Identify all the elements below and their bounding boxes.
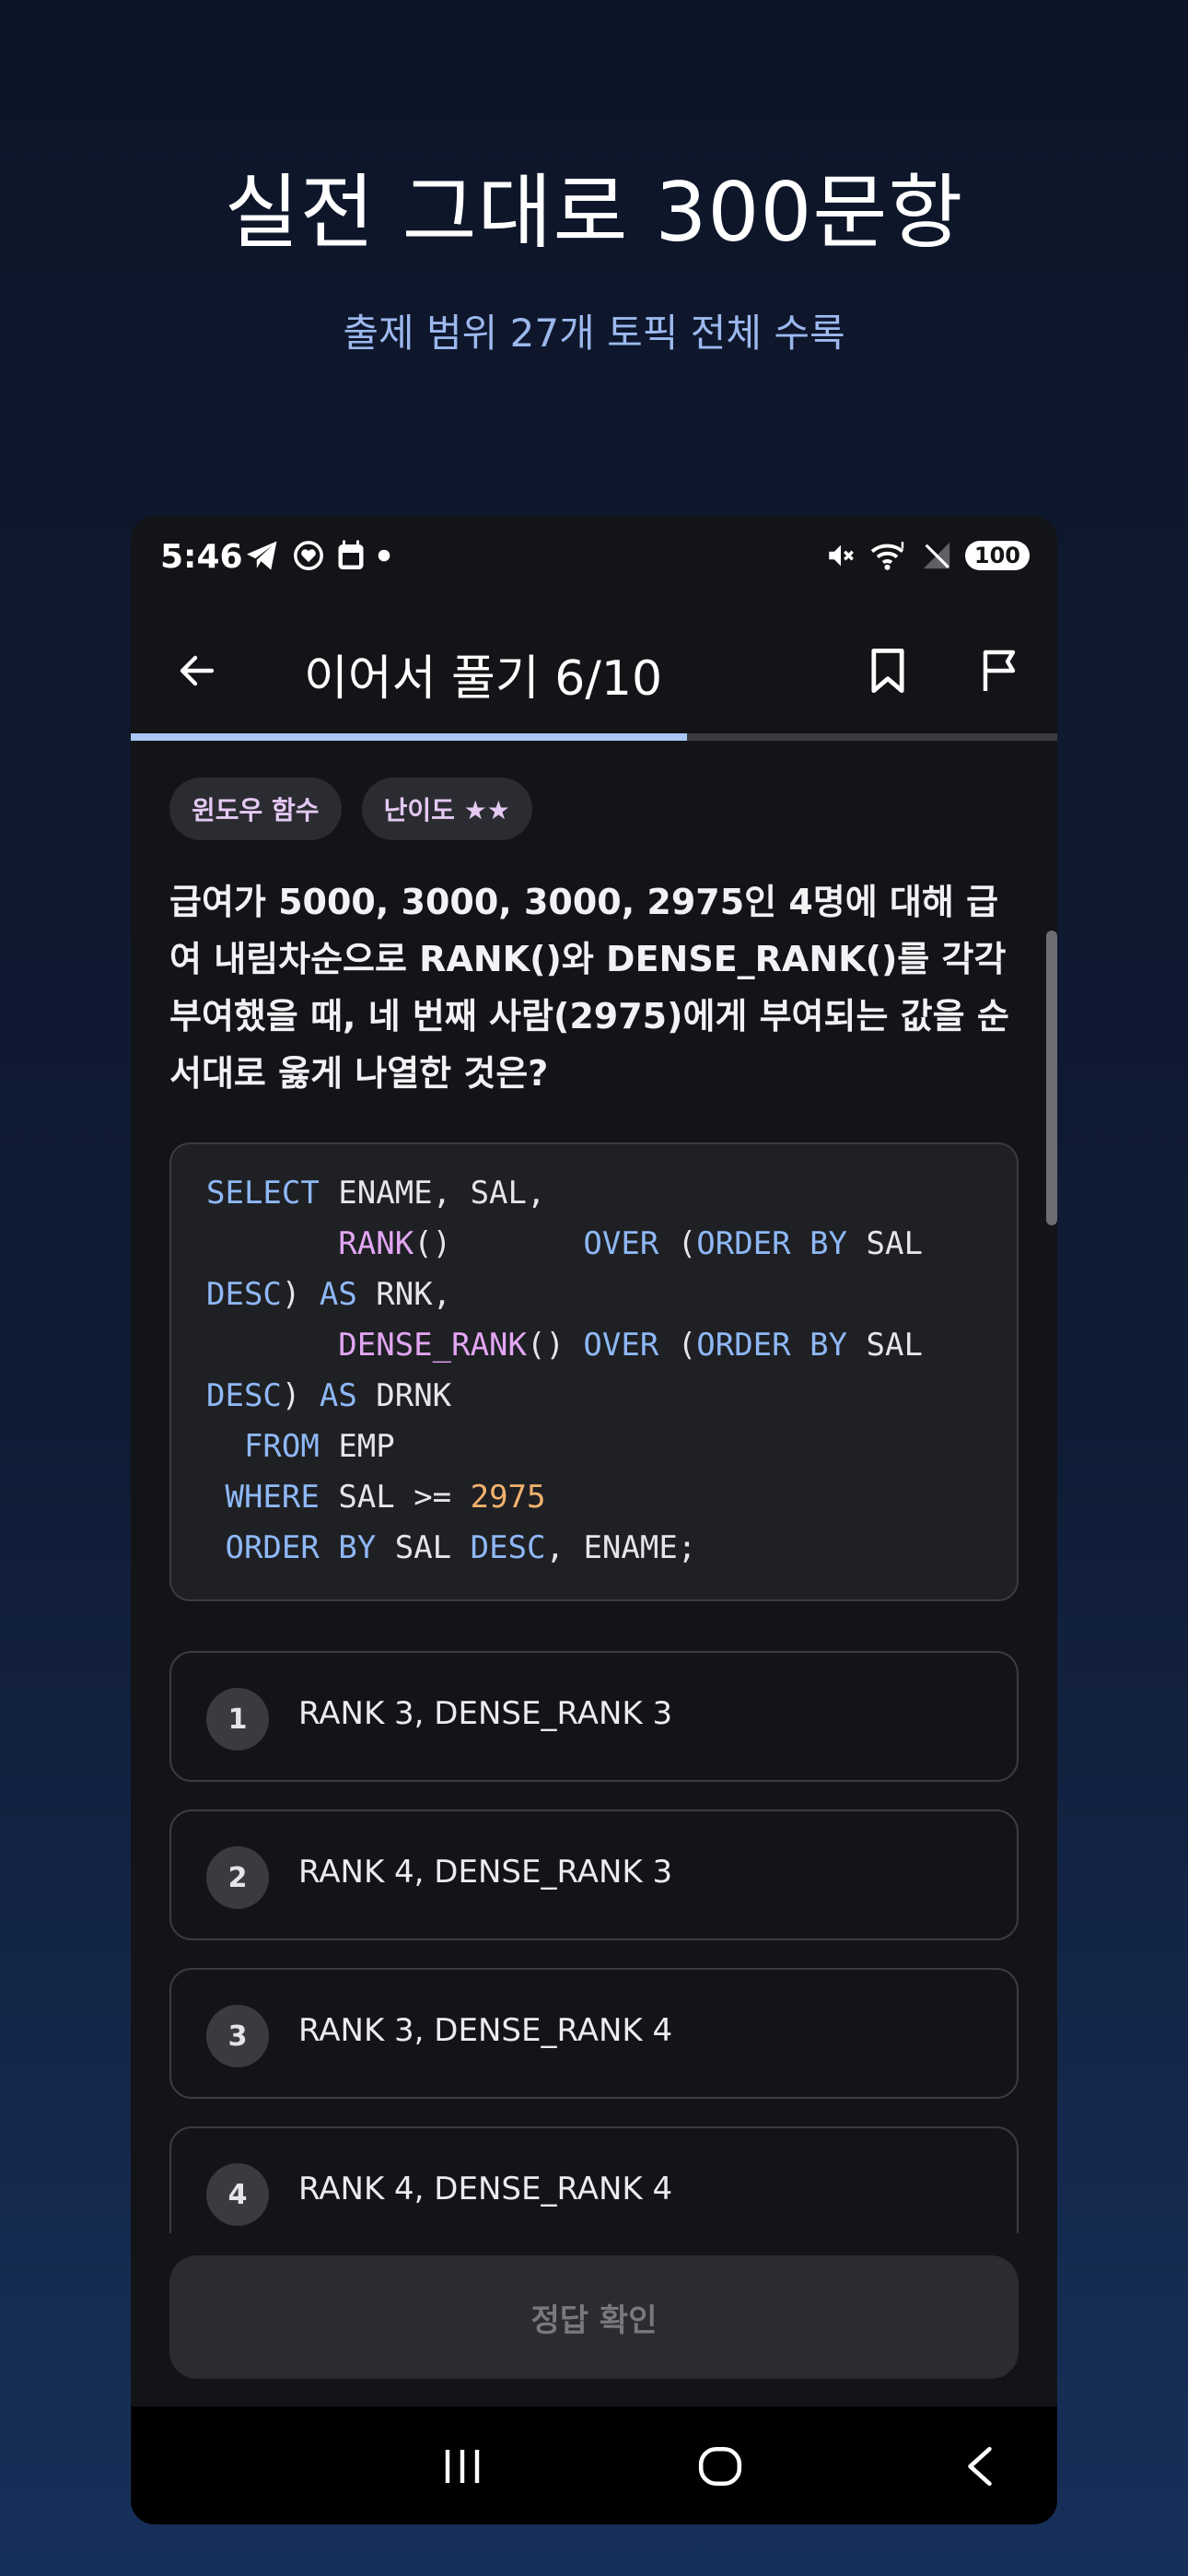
no-signal-icon bbox=[923, 542, 950, 569]
option-number: 2 bbox=[206, 1846, 269, 1909]
code-token: ( bbox=[658, 1327, 697, 1364]
recents-button[interactable] bbox=[425, 2434, 499, 2499]
arrow-left-icon bbox=[180, 655, 215, 686]
code-token: ORDER BY bbox=[225, 1529, 377, 1566]
phone-screen: 5:46 100 이어서 풀기 6/10 윈도우 함수 난이도 ★★ 급여가 5… bbox=[131, 516, 1057, 2524]
code-token: SAL >= bbox=[319, 1479, 471, 1516]
code-line: RANK() OVER (ORDER BY SAL bbox=[206, 1219, 984, 1270]
heart-circle-icon bbox=[294, 541, 323, 570]
bookmark-button[interactable] bbox=[858, 641, 917, 700]
check-answer-button[interactable]: 정답 확인 bbox=[169, 2255, 1019, 2379]
code-line: WHERE SAL >= 2975 bbox=[206, 1472, 984, 1523]
home-button[interactable] bbox=[683, 2434, 757, 2499]
code-token: ) bbox=[281, 1377, 320, 1414]
system-back-button[interactable] bbox=[943, 2434, 1017, 2499]
code-line: DESC) AS RNK, bbox=[206, 1270, 984, 1320]
wifi-icon bbox=[870, 542, 904, 570]
home-icon bbox=[698, 2446, 742, 2487]
progress-fill bbox=[131, 733, 687, 741]
tag-topic: 윈도우 함수 bbox=[169, 778, 342, 840]
flag-icon bbox=[983, 650, 1016, 691]
code-token: () bbox=[527, 1327, 584, 1364]
answer-option-1[interactable]: 1 RANK 3, DENSE_RANK 3 bbox=[169, 1651, 1019, 1782]
code-token: ENAME, SAL, bbox=[319, 1175, 546, 1212]
progress-bar bbox=[131, 733, 1057, 741]
option-number: 3 bbox=[206, 2005, 269, 2067]
promo-title: 실전 그대로 300문항 bbox=[224, 165, 964, 260]
answer-option-4[interactable]: 4 RANK 4, DENSE_RANK 4 bbox=[169, 2126, 1019, 2233]
code-token: FROM bbox=[243, 1428, 320, 1465]
mute-icon bbox=[829, 544, 854, 567]
answer-options: 1 RANK 3, DENSE_RANK 3 2 RANK 4, DENSE_R… bbox=[169, 1651, 1019, 2233]
bookmark-icon bbox=[871, 648, 904, 694]
code-token: SAL bbox=[847, 1225, 923, 1262]
code-token: AS bbox=[319, 1377, 357, 1414]
page-title: 이어서 풀기 6/10 bbox=[304, 651, 663, 707]
status-system-icons: 100 bbox=[825, 540, 1030, 571]
code-line: ORDER BY SAL DESC, ENAME; bbox=[206, 1523, 984, 1574]
code-token: RNK, bbox=[356, 1276, 452, 1313]
code-token: OVER bbox=[583, 1225, 659, 1262]
battery-icon: 100 bbox=[964, 541, 1030, 570]
code-line: FROM EMP bbox=[206, 1422, 984, 1472]
scrollbar[interactable] bbox=[1046, 931, 1057, 1225]
code-token: DESC bbox=[470, 1529, 546, 1566]
dot-icon bbox=[378, 549, 390, 562]
code-token: RANK bbox=[338, 1225, 414, 1262]
code-token: ORDER BY bbox=[696, 1327, 848, 1364]
code-token: EMP bbox=[319, 1428, 395, 1465]
code-token: SELECT bbox=[206, 1175, 320, 1212]
option-number: 4 bbox=[206, 2163, 269, 2226]
status-bar: 5:46 100 bbox=[131, 516, 1057, 604]
code-token: DESC bbox=[206, 1276, 282, 1313]
code-token: SAL bbox=[376, 1529, 471, 1566]
option-label: RANK 4, DENSE_RANK 4 bbox=[298, 2171, 673, 2207]
recents-icon bbox=[445, 2450, 480, 2483]
question-tags: 윈도우 함수 난이도 ★★ bbox=[169, 778, 1019, 840]
option-label: RANK 3, DENSE_RANK 4 bbox=[298, 2012, 673, 2049]
code-token: DESC bbox=[206, 1377, 282, 1414]
code-token: AS bbox=[319, 1276, 357, 1313]
question-content: 윈도우 함수 난이도 ★★ 급여가 5000, 3000, 3000, 2975… bbox=[169, 778, 1019, 2233]
system-nav-bar bbox=[131, 2406, 1057, 2524]
code-token: DRNK bbox=[356, 1377, 452, 1414]
option-label: RANK 3, DENSE_RANK 3 bbox=[298, 1695, 673, 1732]
code-line: DESC) AS DRNK bbox=[206, 1371, 984, 1422]
code-token: OVER bbox=[583, 1327, 659, 1364]
answer-option-2[interactable]: 2 RANK 4, DENSE_RANK 3 bbox=[169, 1809, 1019, 1940]
chevron-left-icon bbox=[968, 2446, 992, 2487]
status-notification-icons bbox=[245, 540, 390, 571]
code-token: ( bbox=[658, 1225, 697, 1262]
code-token: () bbox=[413, 1225, 584, 1262]
code-token: 2975 bbox=[470, 1479, 546, 1516]
question-text: 급여가 5000, 3000, 3000, 2975인 4명에 대해 급여 내림… bbox=[169, 882, 1009, 1094]
code-line: DENSE_RANK() OVER (ORDER BY SAL bbox=[206, 1320, 984, 1371]
option-number: 1 bbox=[206, 1688, 269, 1751]
tag-difficulty: 난이도 ★★ bbox=[361, 778, 532, 840]
code-block: SELECT ENAME, SAL, RANK() OVER (ORDER BY… bbox=[169, 1142, 1019, 1601]
code-token: WHERE bbox=[225, 1479, 320, 1516]
code-token: DENSE_RANK bbox=[338, 1327, 527, 1364]
code-line: SELECT ENAME, SAL, bbox=[206, 1168, 984, 1219]
code-token: , ENAME; bbox=[545, 1529, 697, 1566]
answer-option-3[interactable]: 3 RANK 3, DENSE_RANK 4 bbox=[169, 1968, 1019, 2099]
code-token: ) bbox=[281, 1276, 320, 1313]
code-token: ORDER BY bbox=[696, 1225, 848, 1262]
back-button[interactable] bbox=[168, 641, 227, 700]
telegram-icon bbox=[247, 541, 277, 570]
promo-subtitle: 출제 범위 27개 토픽 전체 수록 bbox=[343, 310, 845, 356]
app-bar: 이어서 풀기 6/10 bbox=[131, 604, 1057, 733]
report-button[interactable] bbox=[971, 641, 1030, 700]
option-label: RANK 4, DENSE_RANK 3 bbox=[298, 1854, 673, 1891]
code-token: SAL bbox=[847, 1327, 923, 1364]
calendar-icon bbox=[338, 540, 364, 569]
status-time: 5:46 bbox=[160, 538, 243, 576]
